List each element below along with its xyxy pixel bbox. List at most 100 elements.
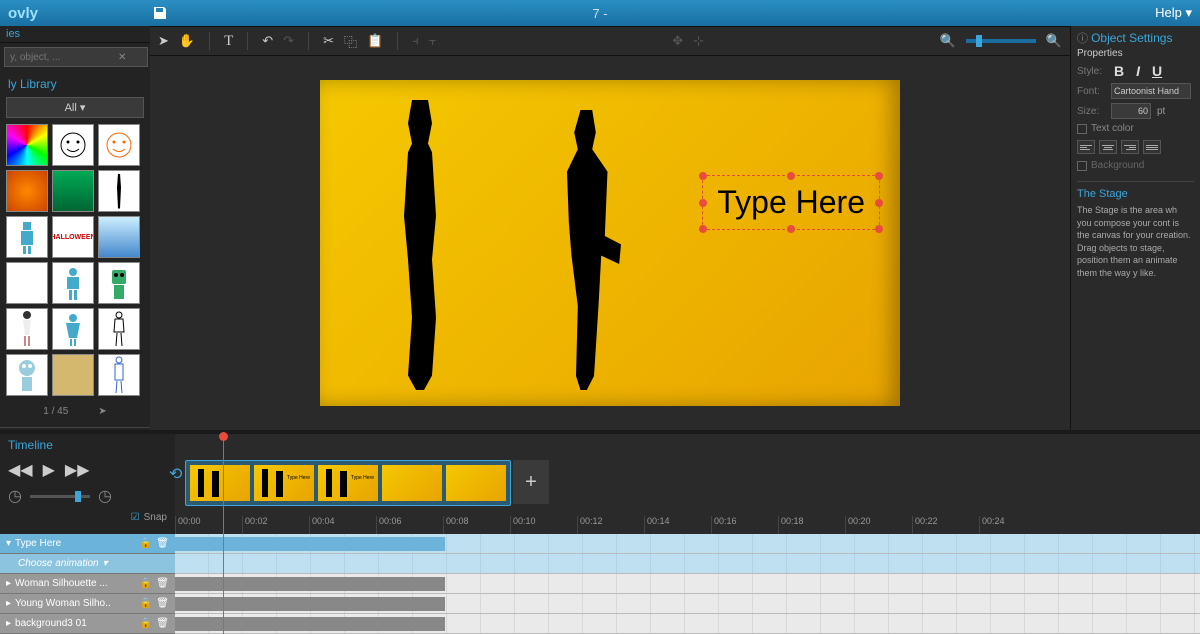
align-left-icon[interactable] [1077,140,1095,154]
loop-icon[interactable]: ⟲ [169,464,182,484]
frame-thumb[interactable]: Type Here [318,465,378,501]
library-thumb[interactable] [6,216,48,258]
lock-icon[interactable]: 🔒 [140,598,152,609]
library-thumb[interactable] [98,124,140,166]
italic-button[interactable]: I [1133,63,1143,79]
app-logo: ovly [8,5,38,22]
next-page-icon[interactable]: ➤ [98,406,106,417]
resize-handle[interactable] [875,225,883,233]
library-thumb[interactable] [6,170,48,212]
resize-handle[interactable] [875,172,883,180]
track-row[interactable] [175,534,1200,554]
help-section-title: The Stage [1077,188,1194,200]
library-thumb[interactable] [6,262,48,304]
resize-handle[interactable] [875,199,883,207]
trash-icon[interactable]: 🗑 [156,618,169,629]
clear-icon[interactable]: ✕ [118,52,126,63]
timeline-title: Timeline [0,434,175,456]
lock-icon[interactable]: 🔒 [140,618,152,629]
resize-handle[interactable] [699,172,707,180]
frame-thumb[interactable] [190,465,250,501]
playhead[interactable] [223,434,224,634]
track-row[interactable] [175,574,1200,594]
stage-object-woman-1[interactable] [380,100,460,390]
library-thumb[interactable] [98,308,140,350]
track-bar[interactable] [175,537,445,551]
zoom-out-icon[interactable]: 🔍 [940,33,956,49]
snap-label[interactable]: Snap [144,512,167,523]
cut-icon[interactable]: ✂ [323,33,334,49]
track-label[interactable]: ▸ Young Woman Silho..🔒🗑 [0,594,175,614]
font-select[interactable]: Cartoonist Hand [1111,83,1191,99]
library-thumb[interactable]: HALLOWEEN [52,216,94,258]
save-icon[interactable] [148,3,172,23]
add-frame-button[interactable]: + [513,460,549,504]
rewind-icon[interactable]: ◀◀ [8,460,33,480]
library-thumb[interactable] [52,308,94,350]
track-bar[interactable] [175,577,445,591]
library-tab[interactable]: ies [0,26,150,43]
distribute-icon[interactable]: ⫟ [429,33,437,49]
track-label[interactable]: ▸ Woman Silhouette ...🔒🗑 [0,574,175,594]
track-label[interactable]: ▸ background3 01🔒🗑 [0,614,175,634]
library-thumb[interactable] [98,170,140,212]
play-icon[interactable]: ▶ [43,460,55,480]
library-thumb[interactable] [98,216,140,258]
library-thumb[interactable] [98,354,140,396]
track-row[interactable] [175,554,1200,574]
library-thumb[interactable] [52,262,94,304]
size-input[interactable] [1111,103,1151,119]
timeline-zoom-slider[interactable] [30,495,90,498]
pointer-icon[interactable]: ➤ [158,33,169,49]
stage-text-box[interactable]: Type Here [702,175,880,230]
align-icon[interactable]: ⫞ [412,33,419,49]
background-checkbox[interactable]: Background [1077,160,1194,171]
resize-handle[interactable] [787,225,795,233]
align-justify-icon[interactable] [1143,140,1161,154]
text-color-checkbox[interactable]: Text color [1077,123,1194,134]
track-row[interactable] [175,594,1200,614]
resize-handle[interactable] [699,225,707,233]
track-label[interactable]: ▾ Type Here🔒🗑 [0,534,175,554]
text-tool-icon[interactable]: T [224,33,233,50]
lock-icon[interactable]: 🔒 [140,578,152,589]
library-thumb[interactable] [52,354,94,396]
track-bar[interactable] [175,597,445,611]
trash-icon[interactable]: 🗑 [156,598,169,609]
underline-button[interactable]: U [1149,63,1165,79]
undo-icon[interactable]: ↶ [262,33,273,49]
library-thumb[interactable] [6,124,48,166]
track-label[interactable]: Choose animation ▾ [0,554,175,574]
frame-thumb[interactable] [382,465,442,501]
library-thumb[interactable] [52,170,94,212]
align-center-icon[interactable] [1099,140,1117,154]
copy-icon[interactable]: ⿻ [344,32,357,51]
zoom-in-icon[interactable]: 🔍 [1046,33,1062,49]
time-ruler[interactable]: 00:0000:0200:0400:0600:0800:1000:1200:14… [175,516,1200,534]
library-thumb[interactable] [6,308,48,350]
library-thumb[interactable] [52,124,94,166]
track-bar[interactable] [175,617,445,631]
stage-object-woman-2[interactable] [540,110,630,390]
library-thumb[interactable] [6,354,48,396]
resize-handle[interactable] [699,199,707,207]
resize-handle[interactable] [787,172,795,180]
paste-icon[interactable]: 📋 [367,33,383,49]
library-filter[interactable]: All ▾ [6,97,144,118]
track-row[interactable] [175,614,1200,634]
bold-button[interactable]: B [1111,63,1127,79]
snap-icon[interactable]: ⊹ [693,33,704,49]
hand-icon[interactable]: ✋ [179,33,195,49]
redo-icon[interactable]: ↷ [283,33,294,49]
search-input[interactable] [4,47,148,67]
forward-icon[interactable]: ▶▶ [65,460,90,480]
help-link[interactable]: Help ▾ [1155,5,1192,21]
library-thumb[interactable] [98,262,140,304]
move-icon[interactable]: ✥ [672,33,683,49]
frame-thumb[interactable]: Type Here [254,465,314,501]
zoom-slider[interactable] [966,39,1036,43]
frame-thumb[interactable] [446,465,506,501]
trash-icon[interactable]: 🗑 [156,578,169,589]
stage-canvas[interactable]: Type Here [320,80,900,406]
align-right-icon[interactable] [1121,140,1139,154]
